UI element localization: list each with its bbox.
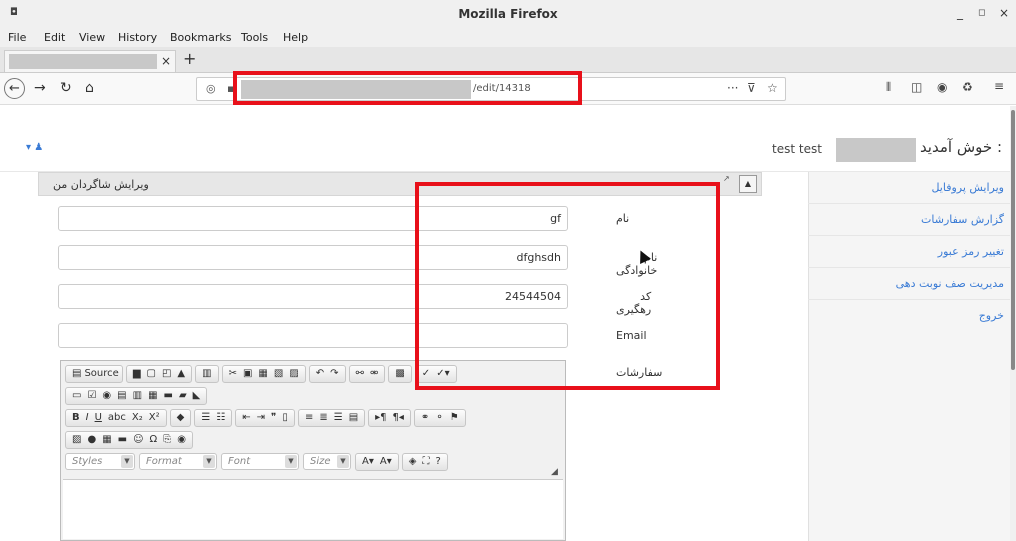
insert-tools[interactable]: ▨ ● ▦ ▬ ☺ Ω ⎘ ◉: [65, 431, 193, 449]
window-title: Mozilla Firefox: [458, 7, 558, 21]
align-tools[interactable]: ≡ ≣ ☰ ▤: [297, 409, 366, 427]
library-icon[interactable]: ⫴: [886, 80, 891, 95]
site-header: ▾ ♟ test test خوش آمدید :: [0, 106, 1010, 172]
editor-toolbar-row-4: ▨ ● ▦ ▬ ☺ Ω ⎘ ◉: [65, 431, 196, 449]
minimize-button[interactable]: _: [957, 6, 963, 20]
user-name: test test: [772, 142, 822, 156]
list-tools[interactable]: ☰ ☷: [194, 409, 233, 427]
templates-button[interactable]: ▥: [195, 365, 219, 383]
menu-view[interactable]: View: [79, 31, 105, 44]
sidebar-item-orders-report[interactable]: گزارش سفارشات: [808, 204, 1010, 236]
styles-combo[interactable]: Styles ▼: [65, 453, 135, 470]
menubar: File Edit View History Bookmarks Tools H…: [0, 28, 1016, 47]
redacted-tab-title: [9, 54, 157, 69]
sidebar-item-edit-profile[interactable]: ویرایش پروفایل: [808, 172, 1010, 204]
source-button[interactable]: ▤ Source: [65, 365, 123, 383]
clipboard-tools[interactable]: ✂ ▣ ▦ ▧ ▨: [221, 365, 306, 383]
remove-format-button[interactable]: ◆: [169, 409, 192, 427]
sidebar-item-logout[interactable]: خروج: [808, 300, 1010, 332]
forward-button[interactable]: →: [34, 80, 46, 96]
form-tools[interactable]: ▭ ☑ ◉ ▤ ▥ ▦ ▬ ▰ ◣: [65, 387, 208, 405]
page-actions-icon[interactable]: ···: [727, 81, 738, 95]
browser-tab[interactable]: ×: [4, 50, 176, 72]
link-tools[interactable]: ⚭ ⚬ ⚑: [413, 409, 466, 427]
menu-file[interactable]: File: [8, 31, 26, 44]
select-all-button[interactable]: ▩: [388, 365, 412, 383]
format-combo[interactable]: Format ▼: [139, 453, 217, 470]
close-button[interactable]: ×: [999, 6, 1009, 20]
shield-icon[interactable]: ◎: [206, 82, 216, 95]
hamburger-menu-icon[interactable]: ≡: [994, 79, 1004, 93]
editor-toolbar-row-5: Styles ▼ Format ▼ Font ▼ Size ▼ A▾ A▾ ◈ ⛶?: [65, 453, 451, 471]
editor-resize-handle[interactable]: ◢: [551, 467, 558, 477]
menu-bookmarks[interactable]: Bookmarks: [170, 31, 231, 44]
scrollbar-thumb[interactable]: [1011, 110, 1015, 370]
sidebar-item-change-password[interactable]: تغییر رمز عبور: [808, 236, 1010, 268]
pocket-icon[interactable]: ⊽: [747, 81, 756, 95]
undo-redo-tools[interactable]: ↶ ↷: [308, 365, 346, 383]
direction-tools[interactable]: ▸¶ ¶◂: [368, 409, 411, 427]
welcome-text: خوش آمدید :: [919, 138, 1002, 156]
page-scrollbar[interactable]: [1010, 106, 1016, 541]
size-combo[interactable]: Size ▼: [303, 453, 351, 470]
url-highlight-box: [233, 71, 582, 105]
editor-toolbar-row-1: ▤ Source ▆ ▢ ◰ ▲ ▥ ✂ ▣ ▦ ▧ ▨ ↶ ↷ ⚯ ⚮ ▩ ✓ ✓▾: [65, 365, 460, 383]
window-titlebar: ◘ Mozilla Firefox _ ◻ ×: [0, 0, 1016, 28]
maximize-button[interactable]: ◻: [978, 8, 985, 18]
editor-content-area[interactable]: [63, 479, 563, 539]
extension-icon[interactable]: ♻: [962, 80, 973, 94]
new-tab-button[interactable]: +: [183, 49, 196, 68]
color-tools[interactable]: A▾ A▾: [355, 453, 399, 471]
sidebar: ویرایش پروفایل گزارش سفارشات تغییر رمز ع…: [808, 172, 1010, 541]
menu-tools[interactable]: Tools: [241, 31, 268, 44]
bookmark-star-icon[interactable]: ☆: [767, 81, 778, 95]
text-style-tools[interactable]: B I Uabc X₂ X²: [65, 409, 167, 427]
menu-help[interactable]: Help: [283, 31, 308, 44]
tab-strip: × +: [0, 47, 1016, 73]
sidebar-icon[interactable]: ◫: [911, 80, 922, 94]
tab-close-icon[interactable]: ×: [161, 54, 171, 68]
misc-tools[interactable]: ◈ ⛶?: [401, 453, 448, 471]
expand-icon[interactable]: ↗: [723, 174, 730, 183]
menu-history[interactable]: History: [118, 31, 157, 44]
editor-toolbar-row-3: B I Uabc X₂ X² ◆ ☰ ☷ ⇤ ⇥ ❞ ▯ ≡ ≣ ☰ ▤ ▸¶ ¶◂ ⚭ ⚬ ⚑: [65, 409, 469, 427]
redacted-welcome-text: [836, 138, 916, 162]
menu-edit[interactable]: Edit: [44, 31, 65, 44]
panel-title: ویرایش شاگردان من: [53, 178, 149, 191]
find-replace-tools[interactable]: ⚯ ⚮: [348, 365, 386, 383]
collapse-button[interactable]: ▲: [739, 175, 757, 193]
indent-tools[interactable]: ⇤ ⇥ ❞ ▯: [235, 409, 295, 427]
back-button[interactable]: ←: [4, 78, 25, 99]
labels-highlight-box: [415, 182, 720, 390]
user-dropdown-icon[interactable]: ▾ ♟: [26, 142, 43, 153]
editor-toolbar-row-2: ▭ ☑ ◉ ▤ ▥ ▦ ▬ ▰ ◣: [65, 387, 210, 405]
sidebar-item-queue-management[interactable]: مدیریت صف نوبت دهی: [808, 268, 1010, 300]
reload-button[interactable]: ↻: [60, 80, 72, 96]
font-combo[interactable]: Font ▼: [221, 453, 299, 470]
document-tools[interactable]: ▆ ▢ ◰ ▲: [125, 365, 193, 383]
account-icon[interactable]: ◉: [937, 80, 947, 94]
home-button[interactable]: ⌂: [85, 80, 94, 96]
